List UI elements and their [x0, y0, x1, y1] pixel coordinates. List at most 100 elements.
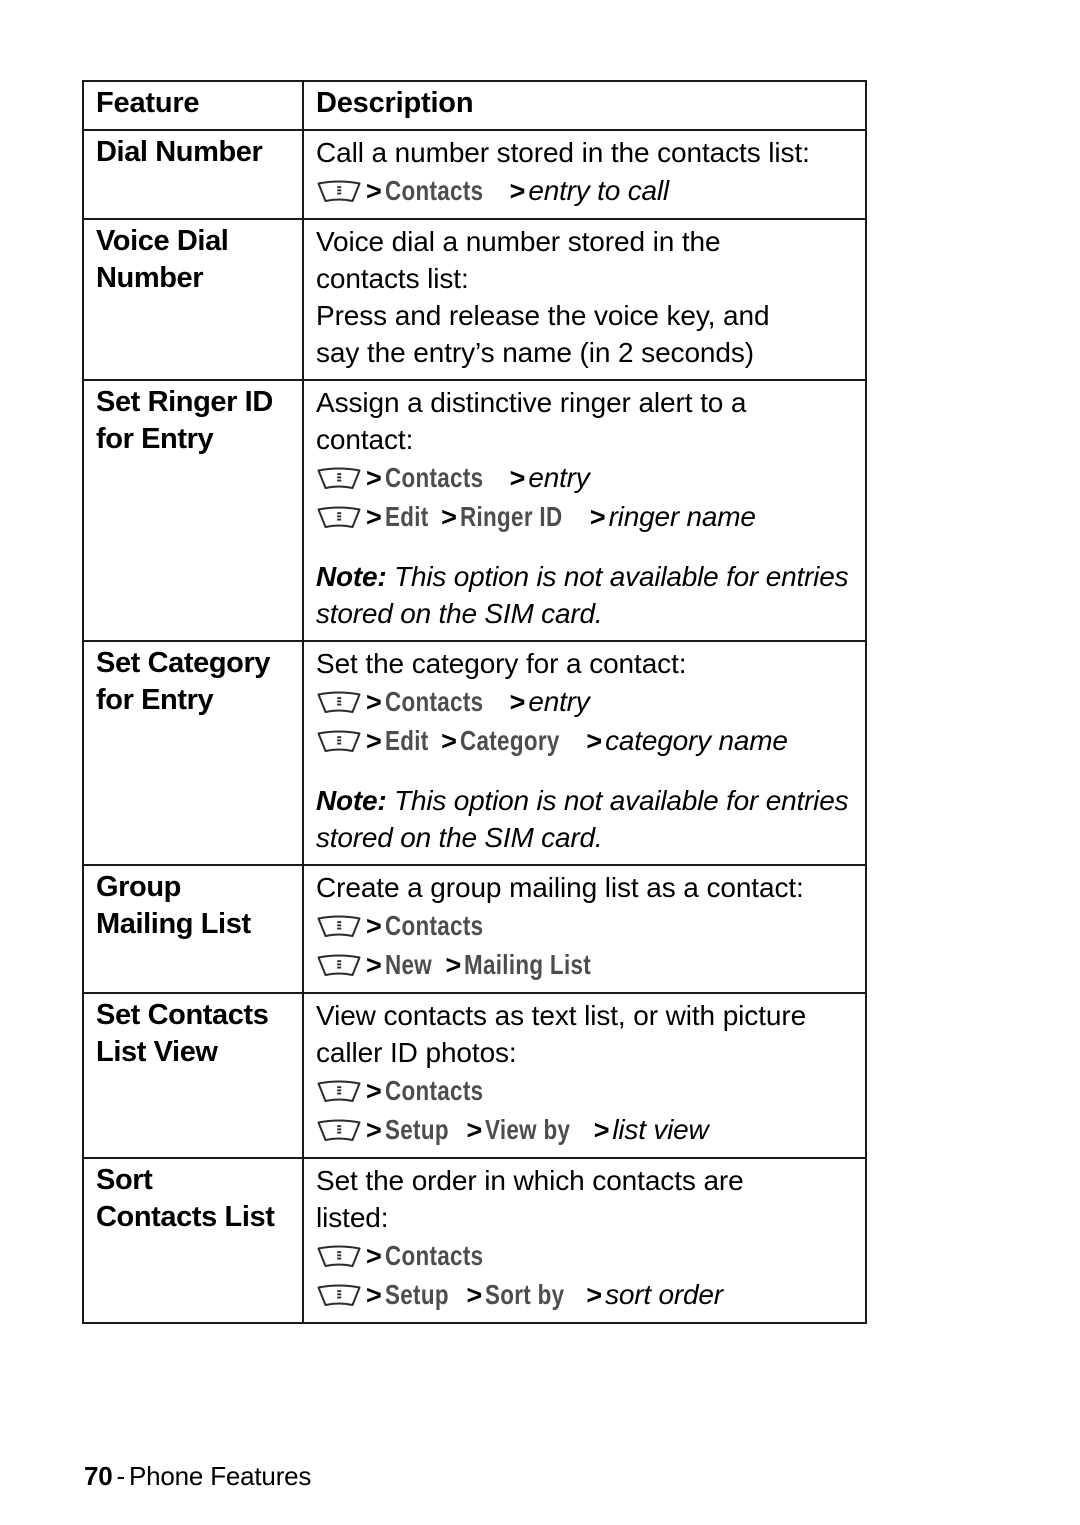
menu-item-label[interactable]: Setup — [385, 1276, 449, 1314]
description-line: View contacts as text list, or with pict… — [316, 1000, 807, 1031]
description-line: Assign a distinctive ringer alert to a — [316, 387, 747, 418]
menu-item-label[interactable]: Sort by — [485, 1276, 564, 1314]
table-row: Dial Number Call a number stored in the c… — [82, 129, 867, 220]
manual-page: Feature Description Dial Number Call a nu… — [0, 0, 1080, 1525]
description-line: listed: — [316, 1202, 389, 1233]
menu-item-label[interactable]: Contacts — [385, 1072, 483, 1110]
path-separator: > — [466, 1280, 483, 1310]
table-row: Voice Dial Number Voice dial a number stor… — [82, 218, 867, 381]
note-text: This option is not available for entries… — [316, 785, 849, 853]
description-cell: Assign a distinctive ringer alert to a co… — [302, 379, 867, 642]
menu-item-label[interactable]: Contacts — [385, 907, 483, 945]
description-cell: Set the order in which contacts are liste… — [302, 1157, 867, 1324]
path-separator: > — [441, 726, 457, 756]
note-text: This option is not available for entries… — [316, 561, 849, 629]
path-separator: > — [586, 726, 603, 756]
menu-path: > Contacts — [316, 907, 855, 945]
description-line: Press and release the voice key, and — [316, 300, 770, 331]
column-header-description: Description — [302, 80, 867, 131]
menu-path: > Setup > View by > list view — [316, 1111, 855, 1149]
column-header-feature: Feature — [82, 80, 304, 131]
path-separator: > — [366, 1115, 382, 1145]
menu-path: > Contacts > entry — [316, 683, 855, 721]
menu-item-label[interactable]: Ringer ID — [460, 498, 562, 536]
menu-item-label[interactable]: Category — [460, 722, 560, 760]
feature-name-line: Contacts List — [96, 1201, 275, 1233]
menu-path: > Edit > Category > category name — [316, 722, 855, 760]
feature-name-cell: Voice Dial Number — [82, 218, 304, 381]
path-separator: > — [509, 687, 526, 717]
path-separator: > — [366, 1241, 382, 1271]
table-row: Group Mailing List Create a group mailing … — [82, 864, 867, 994]
feature-name-line: for Entry — [96, 684, 214, 716]
menu-item-label[interactable]: Edit — [385, 722, 429, 760]
description-line: contact: — [316, 424, 414, 455]
menu-key-icon — [316, 1078, 362, 1105]
path-separator: > — [366, 1280, 382, 1310]
table-header-row: Feature Description — [82, 80, 867, 131]
table-header: Feature Description — [82, 80, 867, 131]
feature-name-cell: Set Contacts List View — [82, 992, 304, 1159]
menu-item-label[interactable]: Edit — [385, 498, 429, 536]
page-footer: 70- Phone Features — [84, 1460, 311, 1492]
menu-path: > Contacts — [316, 1237, 855, 1275]
menu-path: > Edit > Ringer ID > ringer name — [316, 498, 855, 536]
menu-item-label[interactable]: View by — [485, 1111, 570, 1149]
table-body: Dial Number Call a number stored in the c… — [82, 129, 867, 1324]
menu-path: > Contacts > entry — [316, 459, 855, 497]
feature-name-line: List View — [96, 1036, 218, 1068]
feature-name-cell: Dial Number — [82, 129, 304, 220]
path-separator: > — [366, 950, 382, 980]
path-separator: > — [509, 463, 526, 493]
description-line: Create a group mailing list as a contact… — [316, 872, 804, 903]
description-cell: View contacts as text list, or with pict… — [302, 992, 867, 1159]
footer-section-name: Phone Features — [129, 1461, 312, 1491]
feature-name-line: Mailing List — [96, 908, 251, 940]
menu-item-label[interactable]: Mailing List — [464, 946, 591, 984]
menu-item-label[interactable]: Contacts — [385, 683, 483, 721]
description-line: Set the category for a contact: — [316, 648, 687, 679]
path-separator: > — [366, 176, 382, 206]
table-row: Set Category for Entry Set the category fo… — [82, 640, 867, 866]
menu-key-icon — [316, 689, 362, 716]
description-cell: Call a number stored in the contacts lis… — [302, 129, 867, 220]
table-row: Sort Contacts List Set the order in which … — [82, 1157, 867, 1324]
description-cell: Voice dial a number stored in the contact… — [302, 218, 867, 381]
menu-path: > Contacts > entry to call — [316, 172, 855, 210]
menu-key-icon — [316, 952, 362, 979]
note-block: Note: This option is not available for e… — [316, 558, 855, 632]
note-label: Note: — [316, 561, 387, 592]
path-separator: > — [366, 687, 382, 717]
path-separator: > — [366, 502, 382, 532]
description-line: Voice dial a number stored in the — [316, 226, 721, 257]
menu-path-placeholder: ringer name — [608, 501, 756, 532]
path-separator: > — [441, 502, 457, 532]
path-separator: > — [445, 950, 462, 980]
table-row: Set Contacts List View View contacts as te… — [82, 992, 867, 1159]
path-separator: > — [586, 1280, 603, 1310]
feature-name-line: Set Category — [96, 647, 271, 679]
menu-item-label[interactable]: Contacts — [385, 1237, 483, 1275]
menu-path: > Setup > Sort by > sort order — [316, 1276, 855, 1314]
description-line: contacts list: — [316, 263, 469, 294]
menu-key-icon — [316, 504, 362, 531]
feature-name-line: Set Contacts — [96, 999, 269, 1031]
description-line: caller ID photos: — [316, 1037, 517, 1068]
footer-page-number: 70 — [84, 1461, 113, 1491]
phone-features-table: Feature Description Dial Number Call a nu… — [82, 80, 867, 1324]
menu-item-label[interactable]: Contacts — [385, 172, 483, 210]
menu-key-icon — [316, 178, 362, 205]
menu-item-label[interactable]: Setup — [385, 1111, 449, 1149]
description-cell: Create a group mailing list as a contact… — [302, 864, 867, 994]
description-line: Call a number stored in the contacts lis… — [316, 137, 810, 168]
menu-path-placeholder: entry — [528, 462, 590, 493]
menu-item-label[interactable]: Contacts — [385, 459, 483, 497]
path-separator: > — [466, 1115, 483, 1145]
menu-path: > New > Mailing List — [316, 946, 855, 984]
menu-path-placeholder: list view — [612, 1114, 709, 1145]
description-line: Set the order in which contacts are — [316, 1165, 744, 1196]
menu-key-icon — [316, 465, 362, 492]
menu-item-label[interactable]: New — [385, 946, 432, 984]
feature-name-cell: Group Mailing List — [82, 864, 304, 994]
feature-name-line: for Entry — [96, 423, 214, 455]
